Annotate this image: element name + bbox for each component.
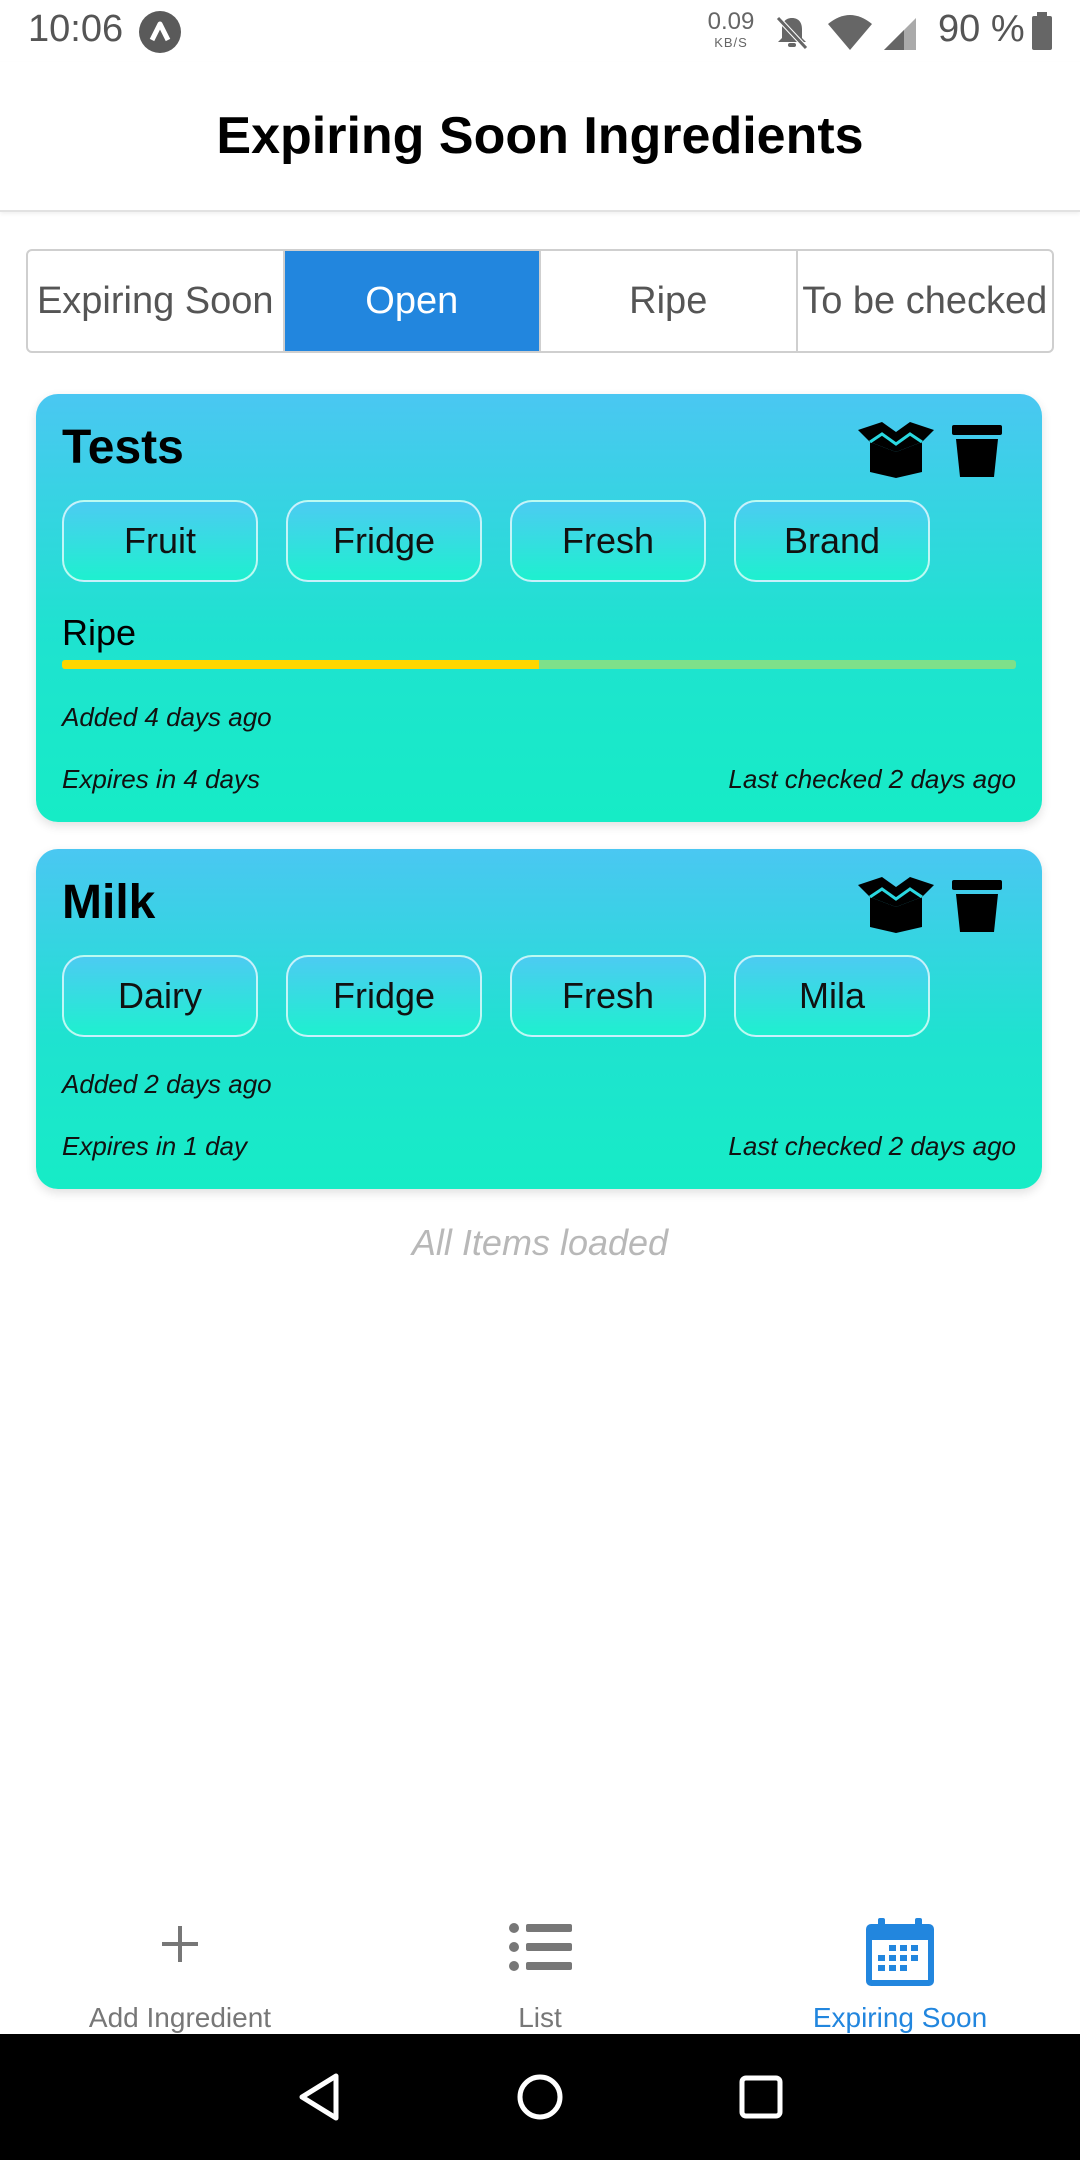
tab-open[interactable]: Open	[284, 251, 541, 351]
nav-label: List	[518, 2002, 562, 2033]
battery-percent: 90 %	[938, 8, 1025, 50]
app-notification-icon	[139, 11, 181, 53]
ingredient-title: Tests	[62, 421, 184, 474]
tag-chip[interactable]: Fresh	[510, 955, 706, 1037]
bell-off-icon	[772, 12, 812, 57]
added-text: Added 4 days ago	[62, 702, 272, 732]
tag-chip[interactable]: Mila	[734, 955, 930, 1037]
calendar-icon	[864, 1918, 936, 1993]
system-navigation-bar	[0, 2034, 1080, 2160]
filter-tabs: Expiring Soon Open Ripe To be checked	[26, 249, 1054, 353]
tag-chip[interactable]: Dairy	[62, 955, 258, 1037]
tab-ripe[interactable]: Ripe	[541, 251, 798, 351]
card-actions	[856, 422, 1002, 483]
status-bar: 10:06 0.09 KB/S 90 %	[0, 0, 1080, 62]
network-speed: 0.09 KB/S	[707, 8, 755, 50]
status-time: 10:06	[28, 8, 124, 50]
list-end-message: All Items loaded	[411, 1222, 669, 1263]
last-checked-text: Last checked 2 days ago	[728, 1131, 1016, 1161]
tab-to-be-checked[interactable]: To be checked	[798, 251, 1053, 351]
plus-icon	[158, 1922, 202, 1971]
nav-expiring-soon[interactable]: Expiring Soon	[720, 1900, 1080, 2034]
app-header: Expiring Soon Ingredients	[0, 62, 1080, 212]
ingredient-card[interactable]: Milk Dairy Fridge Fresh Mila Added 2 day…	[36, 849, 1042, 1189]
ripe-progress-bar	[62, 660, 1016, 669]
open-box-icon[interactable]	[856, 422, 936, 483]
tag-chip[interactable]: Brand	[734, 500, 930, 582]
open-box-icon[interactable]	[856, 877, 936, 938]
tag-chip[interactable]: Fruit	[62, 500, 258, 582]
tag-chip[interactable]: Fridge	[286, 500, 482, 582]
nav-add-ingredient[interactable]: Add Ingredient	[0, 1900, 360, 2034]
trash-icon[interactable]	[952, 878, 1002, 937]
ripe-progress-fill	[62, 660, 539, 669]
wifi-icon	[826, 12, 874, 57]
tag-chip[interactable]: Fridge	[286, 955, 482, 1037]
tag-chip[interactable]: Fresh	[510, 500, 706, 582]
bottom-navigation: Add Ingredient List Expiring Soon	[0, 1900, 1080, 2034]
nav-label: Expiring Soon	[812, 2002, 988, 2033]
trash-icon[interactable]	[952, 423, 1002, 482]
tag-list: Fruit Fridge Fresh Brand	[62, 500, 930, 582]
ripe-label: Ripe	[62, 612, 137, 653]
ingredient-title: Milk	[62, 876, 156, 929]
signal-icon	[880, 12, 920, 57]
expires-text: Expires in 1 day	[62, 1131, 247, 1161]
tag-list: Dairy Fridge Fresh Mila	[62, 955, 930, 1037]
list-icon	[508, 1922, 572, 1977]
added-text: Added 2 days ago	[62, 1069, 272, 1099]
expires-text: Expires in 4 days	[62, 764, 260, 794]
ingredient-card[interactable]: Tests Fruit Fridge Fresh Brand Ripe Adde…	[36, 394, 1042, 822]
battery-icon	[1030, 12, 1054, 57]
nav-label: Add Ingredient	[88, 2002, 272, 2033]
nav-list[interactable]: List	[360, 1900, 720, 2034]
tab-expiring-soon[interactable]: Expiring Soon	[28, 251, 285, 351]
page-title: Expiring Soon Ingredients	[216, 107, 864, 165]
last-checked-text: Last checked 2 days ago	[728, 764, 1016, 794]
card-actions	[856, 877, 1002, 938]
